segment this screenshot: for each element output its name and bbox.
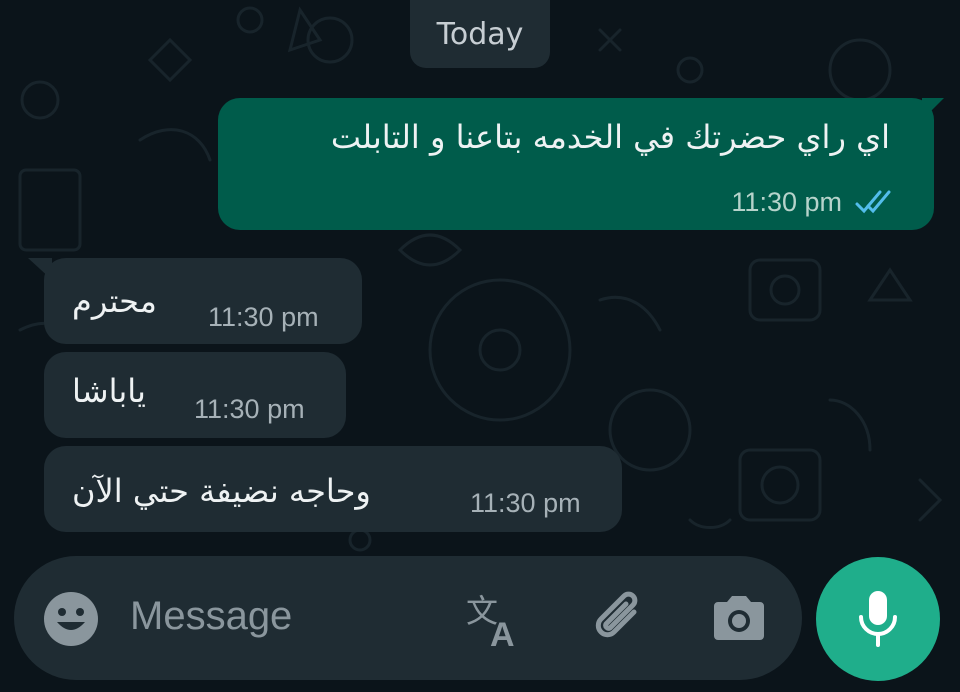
message-bubble-outgoing[interactable]: اي راي حضرتك في الخدمه بتاعنا و التابلت … [218,98,944,230]
message-text: وحاجه نضيفة حتي الآن [72,472,371,510]
message-bubble-incoming[interactable]: محترم 11:30 pm [28,258,362,344]
translate-icon[interactable]: 文 A [464,588,528,650]
message-text: محترم [72,282,157,320]
message-time: 11:30 pm [194,394,305,424]
date-separator-label: Today [436,16,524,52]
message-time: 11:30 pm [208,302,319,332]
bubble-tail [922,98,944,120]
message-time: 11:30 pm [470,488,581,518]
message-text: ياباشا [72,372,146,410]
mic-icon [859,591,897,647]
attach-icon[interactable] [590,588,650,650]
message-placeholder: Message [130,594,293,638]
date-separator: Today [410,0,550,68]
message-composer: Message 文 A [14,556,802,680]
message-text: اي راي حضرتك في الخدمه بتاعنا و التابلت [330,118,890,156]
message-bubble-incoming[interactable]: وحاجه نضيفة حتي الآن 11:30 pm [44,446,622,532]
message-time: 11:30 pm [731,187,842,217]
svg-text:A: A [490,616,515,650]
message-bubble-incoming[interactable]: ياباشا 11:30 pm [44,352,346,438]
camera-icon[interactable] [710,592,768,644]
read-receipt-icon [855,190,891,214]
emoji-icon[interactable] [42,590,100,648]
bubble-tail [28,258,52,280]
voice-message-button[interactable] [816,557,940,681]
